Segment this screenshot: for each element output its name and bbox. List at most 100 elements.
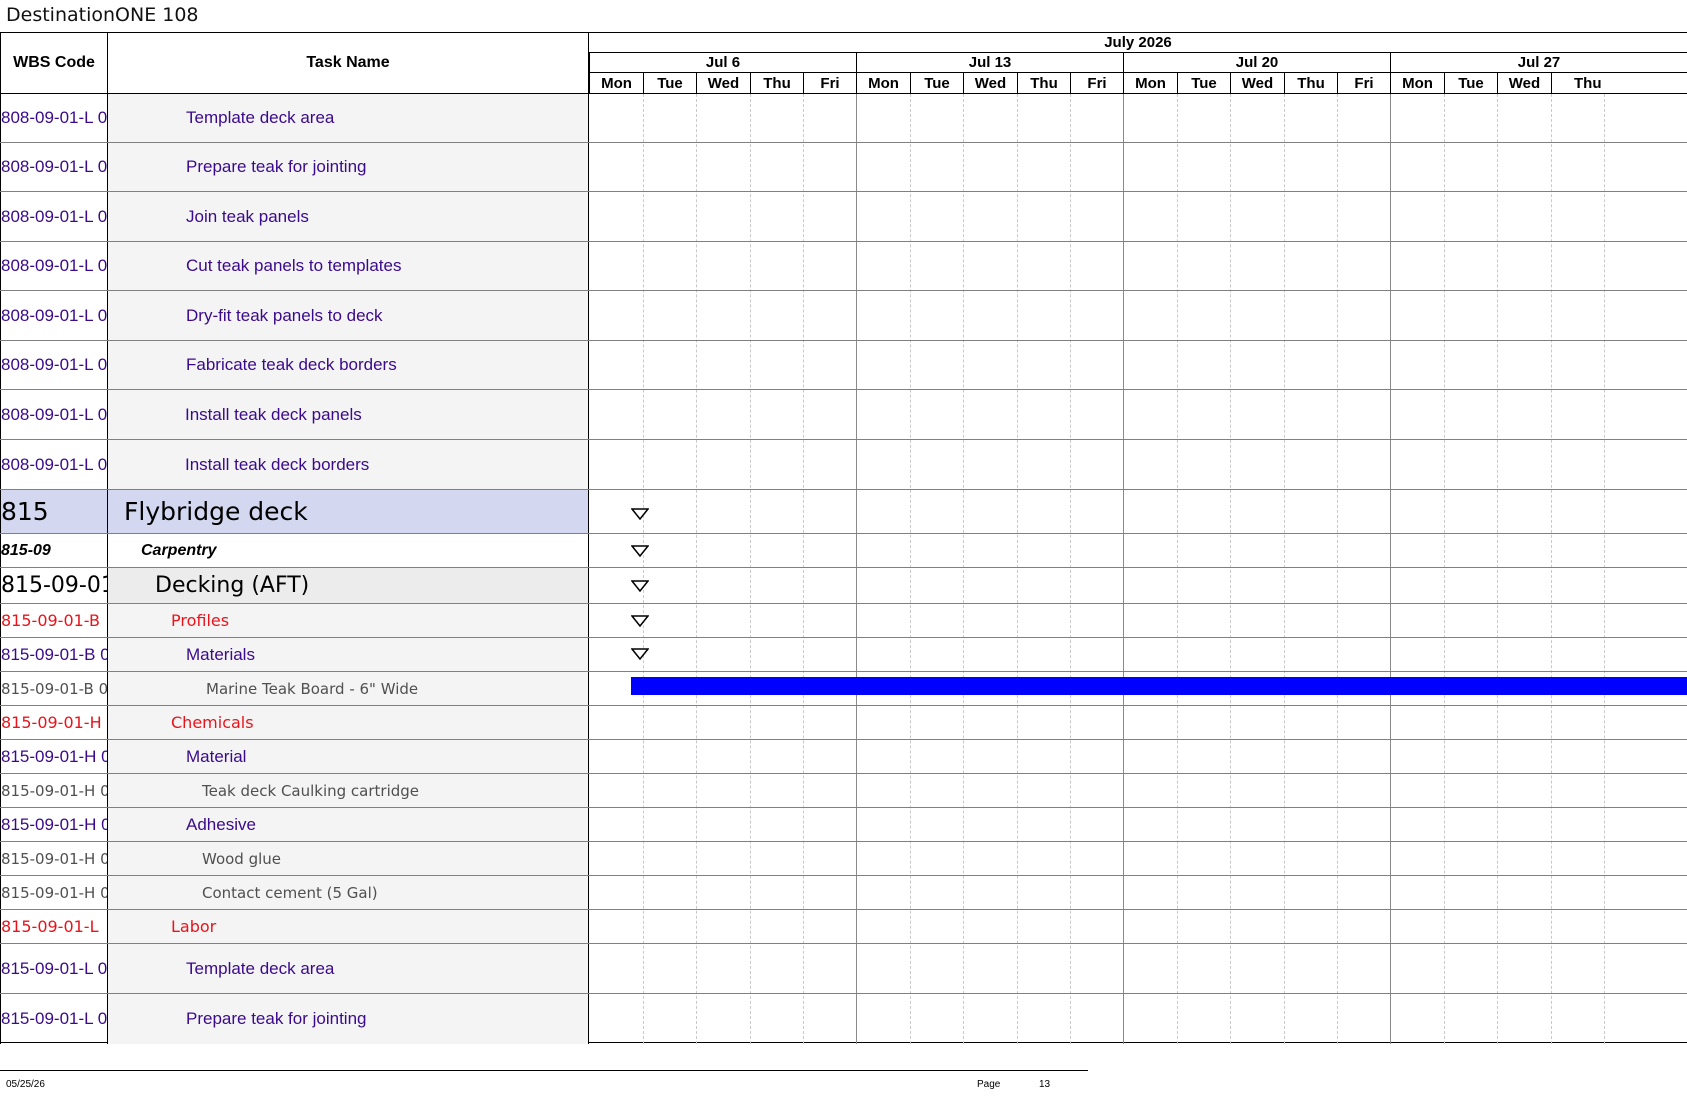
subcategory-row[interactable]: 815-09-01-H 0 Material <box>0 740 1687 774</box>
subcategory-row[interactable]: 815-09-01-B 0 Materials <box>0 638 1687 672</box>
task-name: Teak deck Caulking cartridge <box>108 774 589 807</box>
category-row[interactable]: 815-09-01-B Profiles <box>0 604 1687 638</box>
task-name: Cut teak panels to templates <box>108 242 589 290</box>
task-name: Template deck area <box>108 94 589 142</box>
task-name: Join teak panels <box>108 192 589 241</box>
day-header: Tue <box>643 73 696 94</box>
wbs-code: 815-09-01-B <box>0 604 108 637</box>
collapse-triangle-icon[interactable] <box>631 508 649 520</box>
day-header: Fri <box>1070 73 1123 94</box>
task-name: Flybridge deck <box>108 490 589 533</box>
task-name: Carpentry <box>108 534 589 567</box>
day-header: Mon <box>589 73 643 94</box>
document-title: DestinationONE 108 <box>6 4 199 26</box>
day-header: Thu <box>1551 73 1687 94</box>
footer-divider <box>0 1070 1088 1071</box>
day-header: Thu <box>750 73 803 94</box>
month-header: July 2026 <box>589 33 1687 53</box>
gantt-cell <box>589 568 1687 603</box>
collapse-triangle-icon[interactable] <box>631 615 649 627</box>
summary-row-decking[interactable]: 815-09-01 Decking (AFT) <box>0 568 1687 604</box>
day-header: Wed <box>1230 73 1284 94</box>
item-row[interactable]: 815-09-01-B 01 Marine Teak Board - 6" Wi… <box>0 672 1687 706</box>
wbs-code: 808-09-01-L 0 <box>0 192 108 241</box>
gantt-cell <box>589 604 1687 637</box>
wbs-code: 815-09-01-L 0 <box>0 994 108 1044</box>
summary-row-carpentry[interactable]: 815-09 Carpentry <box>0 534 1687 568</box>
subcategory-row[interactable]: 815-09-01-H 0 Adhesive <box>0 808 1687 842</box>
task-name: Dry-fit teak panels to deck <box>108 291 589 340</box>
wbs-code: 808-09-01-L 0 <box>0 143 108 191</box>
task-name-column-header[interactable]: Task Name <box>108 33 589 94</box>
task-row[interactable]: 808-09-01-L 0 Install teak deck borders <box>0 440 1687 490</box>
task-row[interactable]: 815-09-01-L 0 Template deck area <box>0 944 1687 994</box>
task-duration-bar[interactable] <box>631 677 1687 695</box>
gantt-cell <box>589 672 1687 705</box>
day-header: Mon <box>1390 73 1444 94</box>
wbs-code: 815-09-01 <box>0 568 108 603</box>
summary-row-flybridge[interactable]: 815 Flybridge deck <box>0 490 1687 534</box>
wbs-code: 815-09-01-H 0 <box>0 740 108 773</box>
day-header: Tue <box>1177 73 1230 94</box>
category-row[interactable]: 815-09-01-L Labor <box>0 910 1687 944</box>
wbs-code: 815-09-01-L 0 <box>0 944 108 993</box>
task-name: Profiles <box>108 604 589 637</box>
item-row[interactable]: 815-09-01-H 02 Contact cement (5 Gal) <box>0 876 1687 910</box>
gantt-sheet: WBS Code Task Name July 2026 Jul 6 Jul 1… <box>0 32 1687 1044</box>
day-header: Thu <box>1284 73 1337 94</box>
day-header: Wed <box>963 73 1017 94</box>
task-name: Chemicals <box>108 706 589 739</box>
task-row[interactable]: 808-09-01-L 0 Join teak panels <box>0 192 1687 242</box>
day-header: Tue <box>910 73 963 94</box>
item-row[interactable]: 815-09-01-H 02 Wood glue <box>0 842 1687 876</box>
day-header: Mon <box>856 73 910 94</box>
day-header: Fri <box>1337 73 1390 94</box>
gantt-cell <box>589 638 1687 671</box>
task-row[interactable]: 808-09-01-L 0 Install teak deck panels <box>0 390 1687 440</box>
day-header: Wed <box>696 73 750 94</box>
wbs-code: 815-09-01-H 01 <box>0 774 108 807</box>
item-row[interactable]: 815-09-01-H 01 Teak deck Caulking cartri… <box>0 774 1687 808</box>
wbs-code: 808-09-01-L 0 <box>0 242 108 290</box>
week-header: Jul 27 <box>1390 53 1687 73</box>
wbs-code: 815-09-01-B 0 <box>0 638 108 671</box>
wbs-code: 808-09-01-L 0 <box>0 94 108 142</box>
day-header: Fri <box>803 73 856 94</box>
collapse-triangle-icon[interactable] <box>631 648 649 660</box>
collapse-triangle-icon[interactable] <box>631 580 649 592</box>
wbs-code: 808-09-01-L 0 <box>0 341 108 389</box>
task-row[interactable]: 808-09-01-L 0 Prepare teak for jointing <box>0 143 1687 192</box>
task-row[interactable]: 808-09-01-L 0 Dry-fit teak panels to dec… <box>0 291 1687 341</box>
gantt-cell <box>589 534 1687 567</box>
task-name: Adhesive <box>108 808 589 841</box>
wbs-code: 815-09-01-H <box>0 706 108 739</box>
task-name: Decking (AFT) <box>108 568 589 603</box>
task-name: Install teak deck borders <box>108 440 589 489</box>
day-header: Thu <box>1017 73 1070 94</box>
task-name: Material <box>108 740 589 773</box>
task-row[interactable]: 815-09-01-L 0 Prepare teak for jointing <box>0 994 1687 1044</box>
wbs-column-header[interactable]: WBS Code <box>0 33 108 94</box>
task-name: Fabricate teak deck borders <box>108 341 589 389</box>
task-name: Prepare teak for jointing <box>108 143 589 191</box>
wbs-code: 815-09-01-H 0 <box>0 808 108 841</box>
week-header: Jul 6 <box>589 53 856 73</box>
wbs-code: 815-09-01-B 01 <box>0 672 108 705</box>
day-header: Tue <box>1444 73 1497 94</box>
collapse-triangle-icon[interactable] <box>631 545 649 557</box>
wbs-code: 808-09-01-L 0 <box>0 440 108 489</box>
week-header: Jul 13 <box>856 53 1123 73</box>
wbs-code: 815 <box>0 490 108 533</box>
wbs-code: 815-09 <box>0 534 108 567</box>
task-row[interactable]: 808-09-01-L 0 Template deck area <box>0 94 1687 143</box>
day-header: Wed <box>1497 73 1551 94</box>
task-name: Install teak deck panels <box>108 390 589 439</box>
footer-date: 05/25/26 <box>6 1079 45 1090</box>
footer-page-label: Page <box>977 1079 1001 1090</box>
category-row[interactable]: 815-09-01-H Chemicals <box>0 706 1687 740</box>
week-header: Jul 20 <box>1123 53 1390 73</box>
task-row[interactable]: 808-09-01-L 0 Fabricate teak deck border… <box>0 341 1687 390</box>
task-row[interactable]: 808-09-01-L 0 Cut teak panels to templat… <box>0 242 1687 291</box>
task-name: Contact cement (5 Gal) <box>108 876 589 909</box>
task-name: Materials <box>108 638 589 671</box>
